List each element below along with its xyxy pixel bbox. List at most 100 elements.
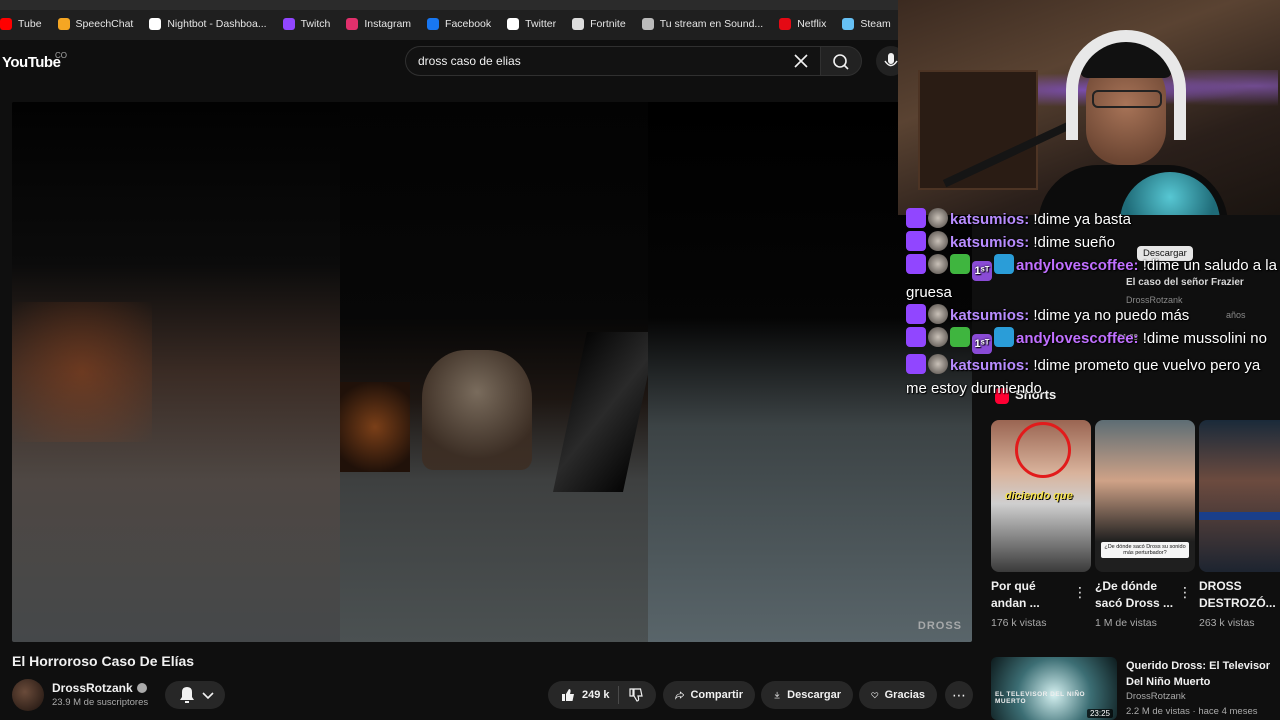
bookmark-item[interactable]: Tube (0, 18, 42, 30)
short-title-2[interactable]: ¿De dónde sacó Dross ... (1095, 578, 1177, 612)
bookmark-item[interactable]: SpeechChat (57, 18, 134, 30)
video-duration: 23:25 (1086, 709, 1113, 718)
bookmark-label: Instagram (364, 18, 412, 30)
share-button[interactable]: Compartir (663, 681, 755, 709)
bookmark-item[interactable]: Tu stream en Sound... (641, 18, 763, 30)
short-thumbnail-1[interactable]: diciendo que (991, 420, 1091, 572)
thumbs-down-icon[interactable] (628, 687, 644, 703)
chat-badge-twitch-icon (906, 327, 926, 347)
bookmark-item[interactable]: Nightbot - Dashboa... (149, 18, 267, 30)
chat-username: katsumios: (950, 357, 1030, 374)
thumbnail-text: EL TELEVISOR DEL NIÑO MUERTO (995, 691, 1086, 705)
channel-watermark: DROSS (917, 620, 962, 632)
short-thumbnail-2[interactable]: ¿De dónde sacó Dross su sonido más pertu… (1095, 420, 1195, 572)
video-channel: DrossRotzank (1126, 691, 1186, 702)
chat-badge-user-icon (928, 231, 948, 251)
bookmark-label: Twitter (525, 18, 557, 30)
subscriber-count: 23.9 M de suscriptores (52, 697, 149, 708)
short-caption-2: ¿De dónde sacó Dross su sonido más pertu… (1101, 542, 1189, 558)
webcam-overlay (898, 0, 1280, 215)
chat-badge-twitch-icon (906, 208, 926, 228)
bookmark-item[interactable]: Fortnite (572, 18, 626, 30)
short-red-circle (1015, 422, 1071, 478)
chat-message: katsumios: !dime ya no puedo más (906, 304, 1278, 327)
bookmark-favicon-icon (572, 18, 585, 30)
short-menu-icon-1[interactable]: ⋮ (1073, 584, 1087, 601)
bookmark-item[interactable]: Netflix (779, 18, 826, 30)
thanks-heart-icon (871, 692, 879, 699)
channel-name[interactable]: DrossRotzank (52, 681, 147, 695)
chat-badge-first-icon: 1ˢᵀ (972, 261, 992, 281)
bookmark-label: Netflix (797, 18, 827, 30)
chat-message: katsumios: !dime ya basta (906, 208, 1278, 231)
channel-avatar[interactable] (12, 679, 44, 711)
video-title: El Horroroso Caso De Elías (12, 653, 195, 669)
bookmark-favicon-icon (346, 18, 359, 30)
chat-message: 1ˢᵀ andylovescoffee: !dime un saludo a la… (906, 254, 1278, 304)
bookmark-item[interactable]: Twitter (507, 18, 556, 30)
video-thumbnail[interactable]: EL TELEVISOR DEL NIÑO MUERTO 23:25 (991, 657, 1117, 720)
short-views-2: 1 M de vistas (1095, 617, 1157, 629)
notifications-button[interactable] (165, 681, 225, 709)
bell-icon (180, 687, 214, 703)
bookmark-label: Facebook (445, 18, 492, 30)
bookmark-favicon-icon (842, 18, 855, 30)
thanks-button[interactable]: Gracias (859, 681, 937, 709)
chat-badge-green-icon (950, 254, 970, 274)
video-title-link[interactable]: Querido Dross: El Televisor Del Niño Mue… (1126, 658, 1276, 690)
short-title-3[interactable]: DROSS DESTROZÓ... (1199, 578, 1280, 612)
thumbs-up-icon[interactable] (560, 687, 576, 703)
short-title-1[interactable]: Por qué andan ... (991, 578, 1073, 612)
bookmark-label: SpeechChat (75, 18, 134, 30)
chat-badge-twitch-icon (906, 354, 926, 374)
chat-badge-user-icon (928, 304, 948, 324)
video-scene-wood (340, 382, 410, 472)
chat-message: katsumios: !dime prometo que vuelvo pero… (906, 354, 1278, 400)
youtube-logo[interactable]: YouTube (2, 54, 61, 71)
bookmark-item[interactable]: Steam (842, 18, 891, 30)
clear-search-icon[interactable] (790, 50, 812, 72)
chat-badge-twitch-icon (906, 231, 926, 251)
short-menu-icon-2[interactable]: ⋮ (1178, 584, 1192, 601)
chat-username: andylovescoffee: (1016, 257, 1139, 274)
bookmark-favicon-icon (0, 18, 12, 30)
download-icon (774, 691, 780, 699)
short-thumbnail-3[interactable] (1199, 420, 1280, 572)
chat-username: andylovescoffee: (1016, 330, 1139, 347)
bookmark-favicon-icon (427, 18, 440, 30)
chat-badge-crown-icon (994, 254, 1014, 274)
search-input[interactable]: dross caso de elias (418, 54, 521, 68)
bookmark-label: Tube (18, 18, 42, 30)
bookmark-favicon-icon (282, 18, 295, 30)
bookmark-item[interactable]: Facebook (427, 18, 491, 30)
bookmark-favicon-icon (641, 18, 654, 30)
more-actions-button[interactable]: ⋯ (945, 681, 973, 709)
bookmark-label: Steam (860, 18, 891, 30)
chat-badge-user-icon (928, 208, 948, 228)
bookmark-item[interactable]: Instagram (346, 18, 411, 30)
bookmark-item[interactable]: Twitch (282, 18, 331, 30)
region-code: CO (55, 51, 67, 60)
bookmark-favicon-icon (779, 18, 792, 30)
download-button[interactable]: Descargar (761, 681, 853, 709)
short-views-3: 263 k vistas (1199, 617, 1255, 629)
chat-badge-user-icon (928, 354, 948, 374)
video-scene-chair (422, 350, 532, 470)
chat-badge-first-icon: 1ˢᵀ (972, 334, 992, 354)
bookmark-label: Twitch (300, 18, 331, 30)
chat-text: !dime mussolini no (1138, 330, 1267, 347)
like-dislike-group: 249 k (548, 681, 656, 709)
download-label: Descargar (787, 689, 841, 701)
video-player[interactable]: DROSS (12, 102, 972, 642)
search-icon (833, 54, 849, 70)
search-box[interactable]: dross caso de elias (405, 46, 820, 76)
like-count[interactable]: 249 k (582, 689, 610, 701)
chat-text: !dime sueño (1029, 234, 1116, 251)
chat-badge-user-icon (928, 254, 948, 274)
chat-badge-twitch-icon (906, 254, 926, 274)
youtube-header: YouTube CO dross caso de elias (0, 40, 906, 100)
search-button[interactable] (820, 46, 862, 76)
chat-text: !dime ya no puedo más (1029, 307, 1190, 324)
video-frame (340, 102, 658, 642)
short-caption-bar-3 (1199, 512, 1280, 520)
